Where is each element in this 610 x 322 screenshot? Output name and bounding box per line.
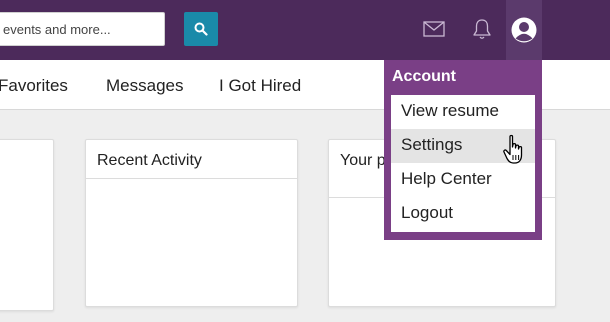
search-icon	[194, 22, 208, 36]
left-card	[0, 139, 54, 311]
nav-link-messages[interactable]: Messages	[106, 76, 183, 96]
search-input[interactable]: events and more...	[0, 12, 165, 46]
user-avatar-button[interactable]	[506, 0, 542, 60]
card-divider	[86, 178, 297, 179]
menu-item-view-resume[interactable]: View resume	[391, 95, 535, 129]
nav-link-i-got-hired[interactable]: I Got Hired	[219, 76, 301, 96]
mail-icon[interactable]	[421, 16, 447, 42]
menu-item-help-center[interactable]: Help Center	[391, 163, 535, 197]
search-button[interactable]	[184, 12, 218, 46]
account-menu-heading: Account	[392, 68, 456, 85]
bell-icon[interactable]	[469, 16, 495, 42]
recent-activity-card: Recent Activity	[85, 139, 298, 307]
nav-link-favorites[interactable]: Favorites	[0, 76, 68, 96]
user-avatar-icon	[511, 17, 537, 43]
menu-item-logout[interactable]: Logout	[391, 197, 535, 231]
hand-cursor-icon	[503, 134, 523, 164]
top-navigation-bar: events and more...	[0, 0, 610, 60]
card-title: Recent Activity	[97, 152, 202, 169]
